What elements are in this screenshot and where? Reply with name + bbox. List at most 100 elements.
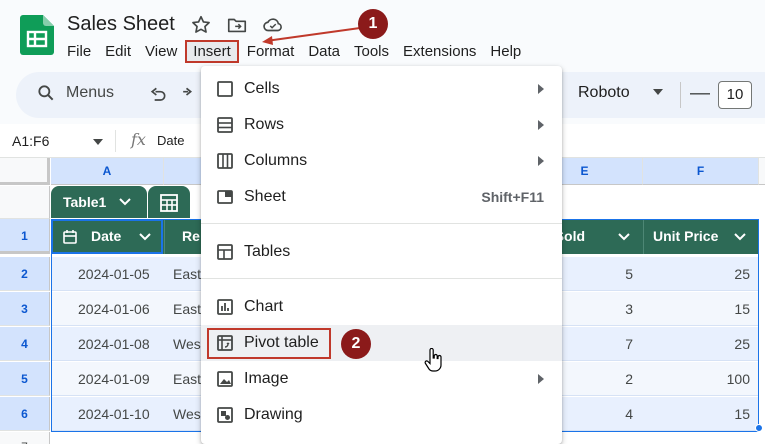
menu-search[interactable]: Menus [36,83,114,103]
table-view-button[interactable] [148,186,190,218]
submenu-arrow-icon [538,120,544,130]
cell-price[interactable]: 25 [734,257,750,291]
cell-price[interactable]: 15 [734,397,750,431]
chevron-down-icon[interactable] [618,233,630,241]
cell-price[interactable]: 15 [734,292,750,326]
row-header-7[interactable]: 7 [0,432,50,444]
google-sheets-logo-icon[interactable] [20,15,54,55]
menu-item-columns-label: Columns [244,152,307,170]
menu-item-chart-label: Chart [244,298,283,316]
chevron-down-icon [119,197,131,207]
rows-icon [216,116,234,134]
toolbar-divider [680,82,681,108]
cell-price[interactable]: 25 [734,327,750,361]
menu-edit[interactable]: Edit [98,40,138,63]
table-icon [216,243,234,261]
step-2-badge: 2 [341,329,371,359]
cell-region[interactable]: East [173,257,201,291]
select-all-corner[interactable] [0,158,50,185]
star-icon[interactable] [190,14,212,36]
cell-units[interactable]: 4 [625,397,633,431]
document-title[interactable]: Sales Sheet [67,13,175,36]
menu-item-sheet-label: Sheet [244,188,286,206]
search-icon [36,83,56,103]
name-box-dropdown-icon[interactable] [92,137,104,147]
cell-price[interactable]: 100 [727,362,750,396]
sheet-icon [216,188,234,206]
menu-item-columns[interactable]: Columns [201,143,562,179]
submenu-arrow-icon [538,156,544,166]
column-header-a[interactable]: A [51,158,164,185]
row-header-1[interactable]: 1 [0,219,50,254]
menu-item-drawing[interactable]: Drawing [201,397,562,433]
redo-icon[interactable] [182,85,196,105]
menu-item-sheet-shortcut: Shift+F11 [481,189,544,205]
formula-divider [115,130,116,152]
menu-divider [201,223,562,224]
column-header-g[interactable] [759,158,765,185]
menu-file[interactable]: File [60,40,98,63]
cell-units[interactable]: 2 [625,362,633,396]
row-header-2[interactable]: 2 [0,257,50,291]
cell-date[interactable]: 2024-01-06 [78,292,150,326]
row-header-tab [0,186,50,219]
cell-date[interactable]: 2024-01-08 [78,327,150,361]
table-name: Table1 [63,194,106,210]
decrease-font-size-button[interactable]: — [690,82,710,105]
header-unit-price[interactable]: Unit Price [653,219,718,254]
header-region[interactable]: Re [182,219,200,254]
cell-region[interactable]: West [173,397,205,431]
name-box[interactable]: A1:F6 [12,133,49,149]
undo-icon[interactable] [148,85,168,105]
menu-extensions[interactable]: Extensions [396,40,483,63]
cell-units[interactable]: 5 [625,257,633,291]
checkbox-square-icon [216,80,234,98]
cell-date[interactable]: 2024-01-09 [78,362,150,396]
font-size-input[interactable]: 10 [718,81,752,109]
sheets-window: Sales Sheet File Edit View Insert Format… [0,0,765,444]
cell-units[interactable]: 3 [625,292,633,326]
cell-region[interactable]: East [173,362,201,396]
pivot-table-highlight [207,328,331,359]
menu-insert[interactable]: Insert [185,40,239,63]
row-header-3[interactable]: 3 [0,292,50,326]
hand-pointer-icon [424,348,444,372]
row-header-5[interactable]: 5 [0,362,50,396]
cell-region[interactable]: East [173,292,201,326]
step-1-badge: 1 [358,9,388,39]
font-family-select[interactable]: Roboto [578,84,630,102]
menu-item-sheet[interactable]: Sheet Shift+F11 [201,179,562,215]
menu-item-image-label: Image [244,370,288,388]
menu-item-cells-label: Cells [244,80,280,98]
menu-search-label: Menus [66,84,114,102]
cell-units[interactable]: 7 [625,327,633,361]
menu-item-chart[interactable]: Chart [201,289,562,325]
menu-help[interactable]: Help [483,40,528,63]
fx-icon: fx [131,130,146,149]
menu-item-cells[interactable]: Cells [201,71,562,107]
menu-item-tables[interactable]: Tables [201,234,562,270]
move-folder-icon[interactable] [226,14,248,36]
menu-item-image[interactable]: Image [201,361,562,397]
row-header-6[interactable]: 6 [0,397,50,431]
annotation-arrow-icon [256,24,366,54]
cell-date[interactable]: 2024-01-10 [78,397,150,431]
columns-icon [216,152,234,170]
menu-item-rows-label: Rows [244,116,284,134]
column-header-f[interactable]: F [643,158,759,185]
menu-item-rows[interactable]: Rows [201,107,562,143]
chevron-down-icon[interactable] [734,233,746,241]
font-dropdown-icon[interactable] [652,86,664,98]
menu-view[interactable]: View [138,40,184,63]
formula-input[interactable]: Date [157,133,184,148]
image-icon [216,370,234,388]
insert-menu: Cells Rows Columns [201,66,562,444]
cell-date[interactable]: 2024-01-05 [78,257,150,291]
selection-fill-handle[interactable] [755,424,763,432]
active-cell-outline [51,219,163,254]
drawing-icon [216,406,234,424]
cell-region[interactable]: West [173,327,205,361]
row-header-4[interactable]: 4 [0,327,50,361]
submenu-arrow-icon [538,374,544,384]
table-name-tab[interactable]: Table1 [51,186,147,218]
